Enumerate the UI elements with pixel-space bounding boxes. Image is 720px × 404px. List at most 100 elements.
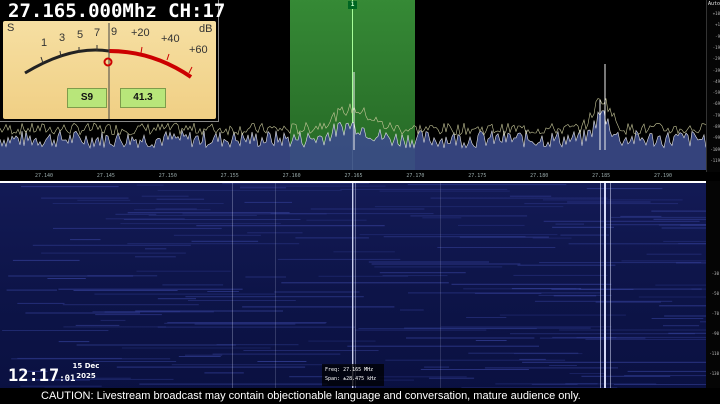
s-meter-panel: 27.165.000Mhz CH:17 S 1 3 5 7 9 +20 +40 …: [0, 0, 225, 122]
waterfall-noise: [568, 243, 706, 245]
waterfall-noise: [173, 234, 261, 236]
scale-label-7: 7: [94, 27, 101, 39]
waterfall-noise: [358, 328, 537, 330]
waterfall-signal-trace: [275, 183, 276, 404]
clock-time: 12:17: [8, 366, 60, 386]
waterfall-noise: [333, 251, 395, 253]
waterfall-noise: [77, 199, 131, 201]
waterfall-noise: [70, 239, 101, 241]
waterfall-noise: [379, 272, 466, 274]
waterfall-noise: [420, 369, 529, 370]
waterfall-scale-label: -110: [709, 351, 719, 356]
waterfall-noise: [52, 203, 224, 204]
waterfall-noise: [519, 358, 546, 360]
waterfall-noise: [21, 186, 119, 188]
waterfall-noise: [359, 234, 558, 236]
waterfall-noise: [145, 248, 167, 250]
scale-label-plus20: +20: [131, 27, 150, 39]
waterfall-signal-trace: [440, 183, 441, 404]
waterfall-noise: [162, 284, 224, 286]
waterfall-noise: [663, 325, 700, 327]
date-day-month: 15 Dec: [72, 362, 100, 370]
waterfall-noise: [136, 270, 231, 272]
waterfall-noise: [25, 312, 140, 314]
cursor-info-tooltip: Freq: 27.165 MHz Span: ±28.475 kHz: [322, 364, 384, 386]
waterfall-noise: [534, 300, 673, 302]
waterfall-noise: [522, 361, 706, 363]
waterfall-noise: [157, 189, 342, 191]
waterfall-noise: [93, 361, 177, 362]
waterfall-noise: [532, 237, 572, 239]
freq-tick-label: 27.175: [468, 173, 487, 179]
waterfall-noise: [295, 237, 369, 239]
waterfall-noise: [664, 315, 706, 317]
waterfall-noise: [646, 253, 702, 255]
waterfall-noise: [559, 329, 706, 331]
waterfall-noise: [191, 240, 259, 242]
waterfall-noise: [424, 366, 450, 368]
waterfall-noise: [92, 311, 181, 313]
waterfall-noise: [318, 275, 409, 277]
freq-tick-label: 27.165: [344, 173, 363, 179]
waterfall-noise: [440, 326, 612, 328]
waterfall-noise: [459, 236, 549, 238]
waterfall-noise: [474, 292, 542, 294]
waterfall-scale[interactable]: -30-50-70-90-110-130-150: [706, 181, 720, 404]
db-scale-label: -119: [710, 157, 720, 163]
cursor-freq-value: 27.165 MHz: [343, 367, 374, 373]
waterfall-noise: [614, 384, 706, 385]
db-scale-label: -29: [712, 56, 720, 62]
s-meter-face: S 1 3 5 7 9 +20 +40 +60 dB S9 41.3: [3, 21, 216, 119]
waterfall-noise: [374, 266, 503, 268]
waterfall-noise: [156, 198, 205, 200]
db-value-display: 41.3: [120, 88, 166, 108]
waterfall-noise: [374, 206, 564, 208]
freq-tick-label: 27.145: [96, 173, 115, 179]
waterfall-noise: [244, 201, 292, 203]
waterfall-noise: [32, 244, 191, 246]
scale-label-3: 3: [59, 32, 66, 44]
waterfall-noise: [185, 296, 364, 298]
frequency-readout: 27.165.000Mhz CH:17: [8, 0, 226, 22]
db-scale-label: -69: [712, 101, 720, 107]
scale-label-plus40: +40: [161, 33, 180, 45]
waterfall-scale-label: -50: [711, 291, 719, 296]
spectrum-db-scale[interactable]: Auto +10 +1 -9 -19 -29 -39 -49 -59 -69 -79 -89 -99 -…: [706, 0, 720, 172]
auto-scale-label[interactable]: Auto: [708, 1, 720, 7]
waterfall-noise: [207, 291, 239, 292]
waterfall-noise: [243, 350, 379, 351]
waterfall-noise: [410, 215, 528, 217]
waterfall-scale-label: -70: [711, 311, 719, 316]
waterfall-noise: [121, 347, 271, 349]
s-unit-display: S9: [67, 88, 107, 108]
waterfall-noise: [661, 227, 706, 229]
cursor-span-value: ±28.475 kHz: [343, 376, 377, 382]
scale-label-plus60: +60: [189, 44, 208, 56]
waterfall-noise: [422, 217, 462, 219]
cursor-freq-label: Freq:: [325, 367, 341, 373]
waterfall-noise: [178, 356, 221, 357]
freq-tick-label: 27.160: [282, 173, 301, 179]
waterfall-noise: [157, 326, 355, 328]
waterfall-noise: [451, 283, 612, 285]
waterfall-noise: [585, 338, 706, 340]
waterfall-noise: [400, 309, 424, 311]
date-year: 2025: [76, 372, 96, 380]
db-scale-label: -9: [715, 33, 720, 39]
waterfall-noise: [621, 260, 706, 262]
waterfall-noise: [430, 197, 608, 199]
freq-tick-label: 27.180: [530, 173, 549, 179]
waterfall-noise: [53, 227, 222, 229]
waterfall-noise: [543, 199, 683, 201]
freq-tick-label: 27.155: [220, 173, 239, 179]
waterfall-noise: [560, 234, 609, 236]
waterfall-noise: [247, 232, 303, 234]
waterfall-signal-trace: [232, 183, 233, 404]
freq-tick-label: 27.170: [406, 173, 425, 179]
waterfall-noise: [76, 344, 236, 346]
waterfall-noise: [310, 208, 425, 210]
db-scale-label: -49: [712, 78, 720, 84]
s-meter-pivot: [103, 57, 113, 67]
waterfall-noise: [340, 188, 508, 190]
waterfall-noise: [95, 314, 162, 316]
